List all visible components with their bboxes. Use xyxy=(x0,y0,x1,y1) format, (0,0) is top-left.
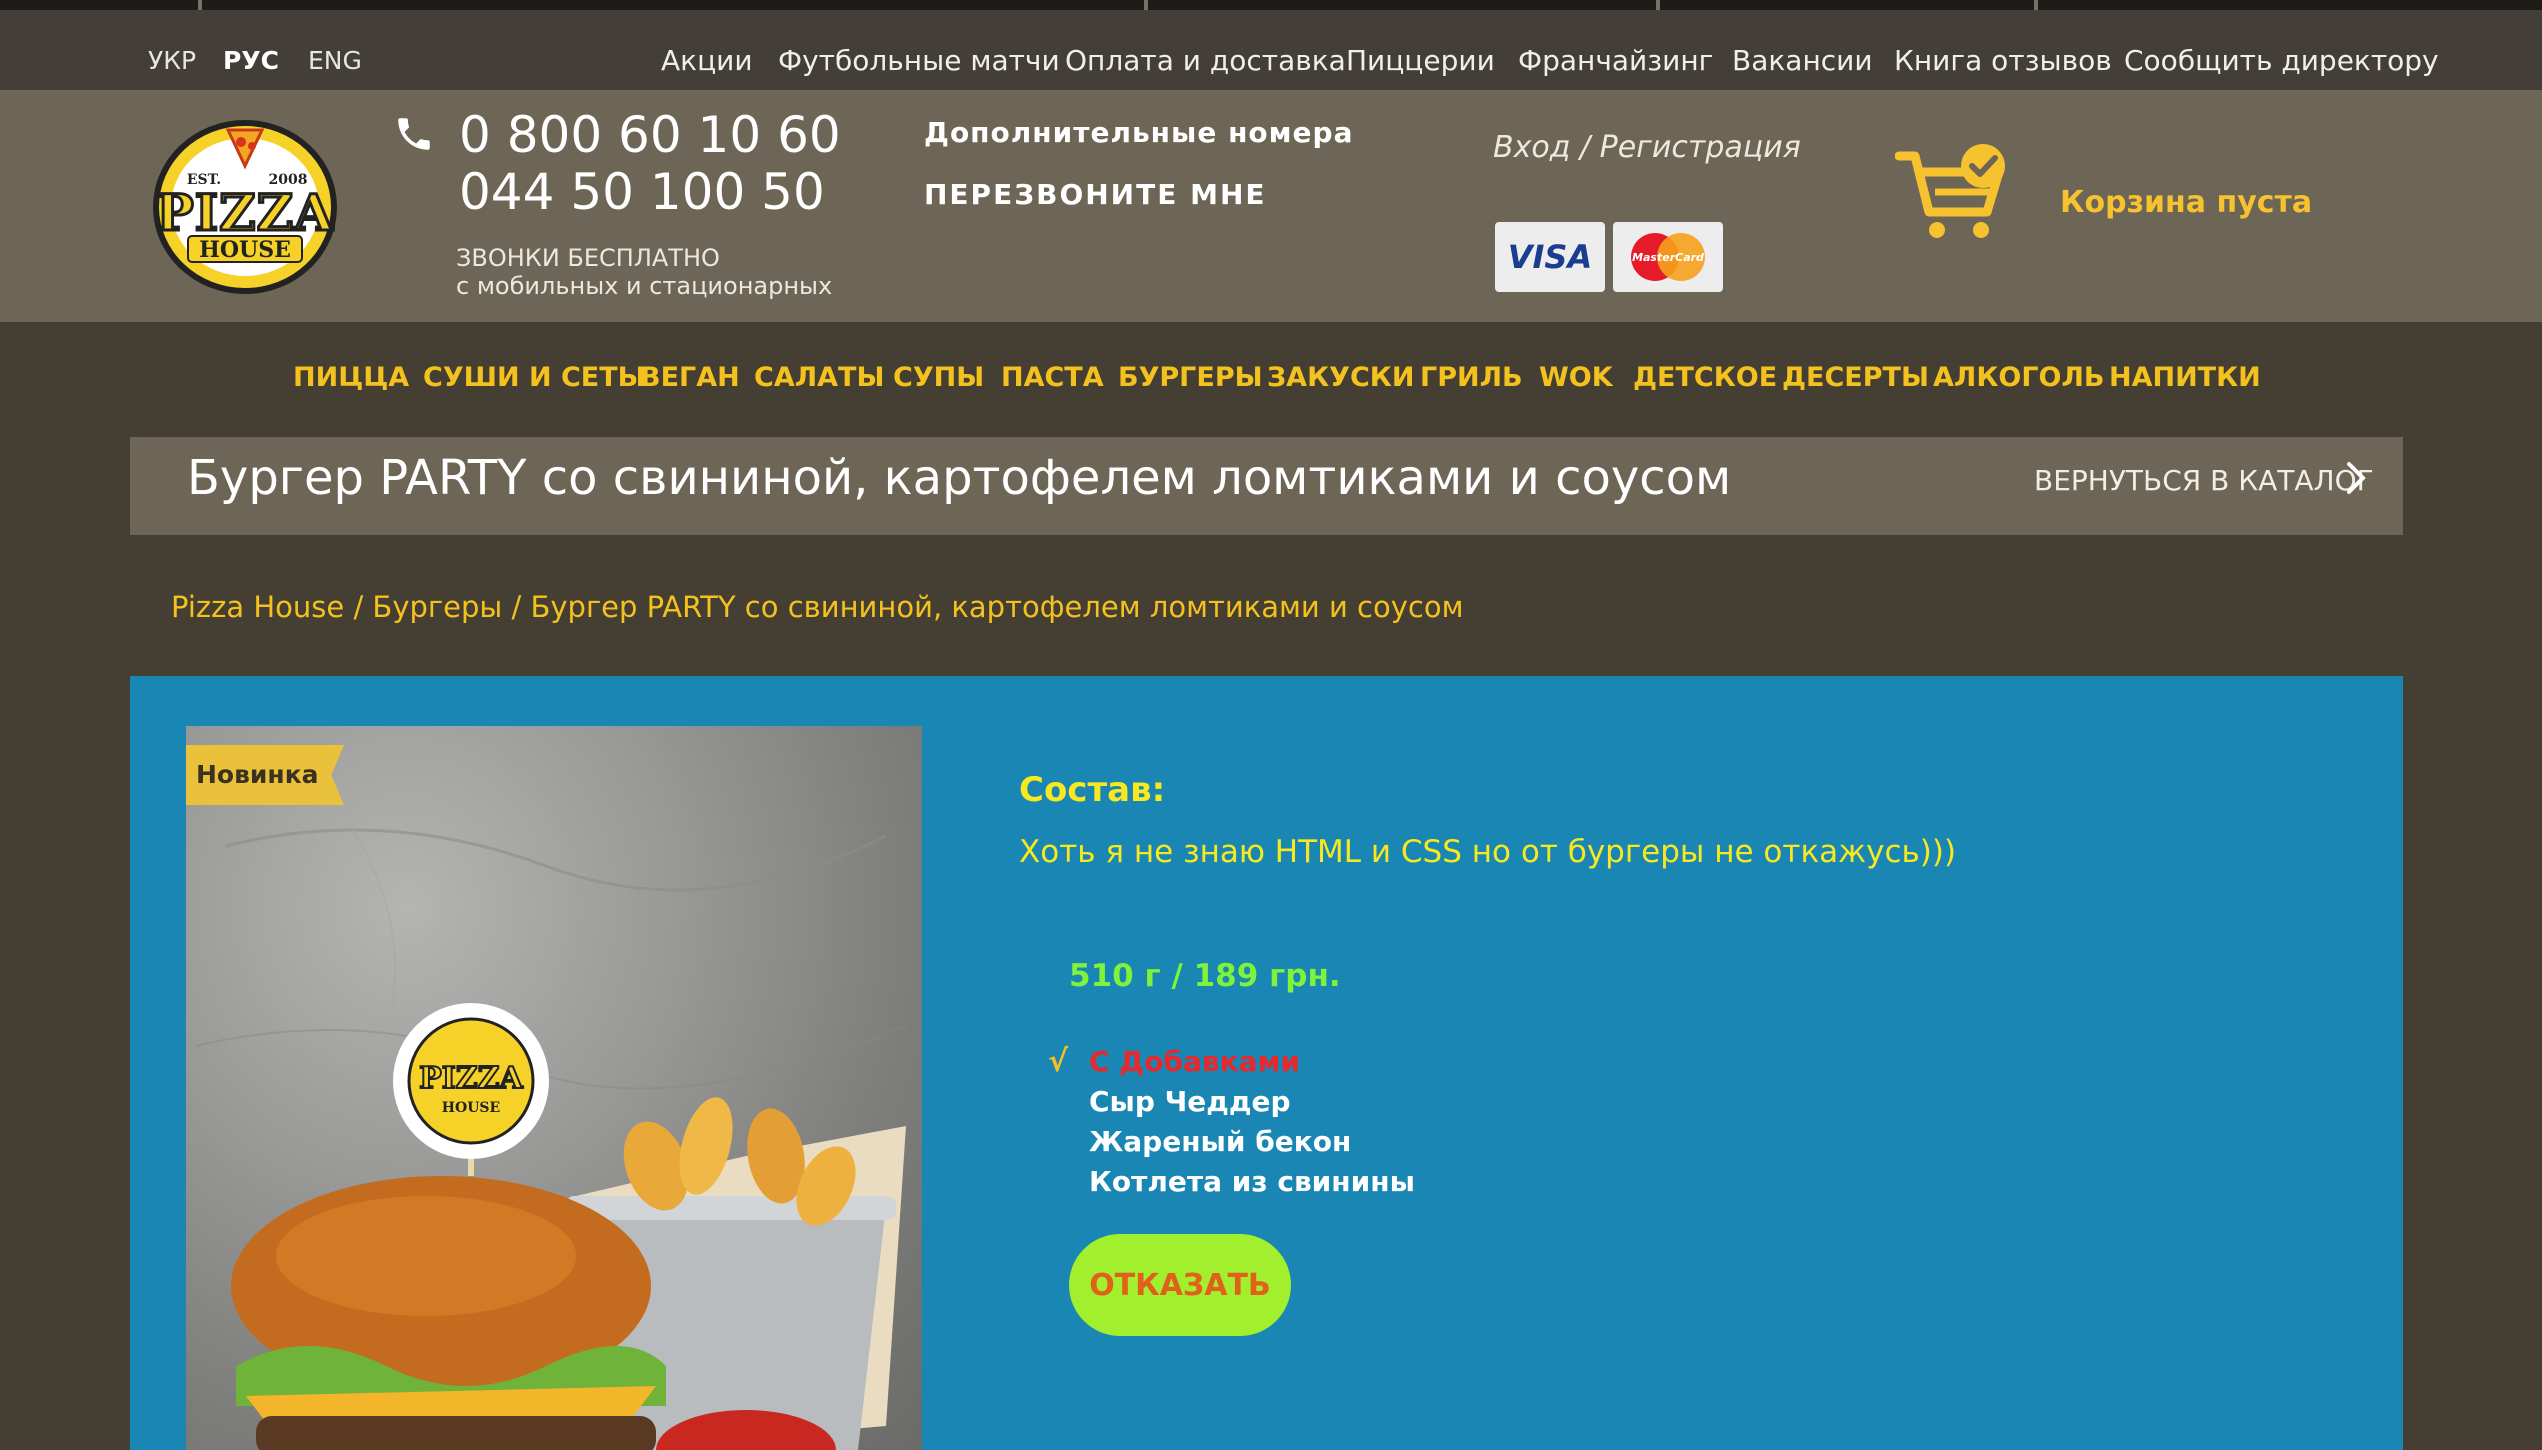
svg-text:PIZZA: PIZZA xyxy=(156,183,334,242)
category-snacks[interactable]: ЗАКУСКИ xyxy=(1267,362,1414,393)
category-wok[interactable]: WOK xyxy=(1539,362,1613,393)
topnav-promotions[interactable]: Акции xyxy=(661,44,753,77)
svg-text:EST.: EST. xyxy=(187,172,221,188)
topnav-franchise[interactable]: Франчайзинг xyxy=(1518,44,1713,77)
lang-ukr[interactable]: УКР xyxy=(148,46,196,75)
visa-card-icon: VISA xyxy=(1495,222,1605,292)
page-title: Бургер PARTY со свининой, картофелем лом… xyxy=(187,450,1732,506)
category-pasta[interactable]: ПАСТА xyxy=(1001,362,1104,393)
category-soups[interactable]: СУПЫ xyxy=(893,362,984,393)
cart-status[interactable]: Корзина пуста xyxy=(2060,185,2312,220)
svg-text:HOUSE: HOUSE xyxy=(199,237,291,263)
category-desserts[interactable]: ДЕСЕРТЫ xyxy=(1782,362,1929,393)
lang-rus[interactable]: РУС xyxy=(223,46,279,75)
category-grill[interactable]: ГРИЛЬ xyxy=(1420,362,1523,393)
cart-icon[interactable] xyxy=(1894,142,2009,248)
option-item: Сыр Чеддер xyxy=(1089,1085,1291,1118)
strip-tick xyxy=(2034,0,2038,10)
category-sushi[interactable]: СУШИ И СЕТЫ xyxy=(423,362,646,393)
composition-label: Состав: xyxy=(1019,770,1166,810)
option-item: Жареный бекон xyxy=(1089,1125,1352,1158)
category-burgers[interactable]: БУРГЕРЫ xyxy=(1118,362,1263,393)
price-weight: 510 г / 189 грн. xyxy=(1069,958,1341,994)
svg-text:2008: 2008 xyxy=(269,172,308,188)
strip-tick xyxy=(1144,0,1148,10)
top-strip xyxy=(0,0,2542,10)
strip-tick xyxy=(1656,0,1660,10)
free-calls-label: ЗВОНКИ БЕСПЛАТНО xyxy=(456,244,720,272)
mastercard-icon: MasterCard xyxy=(1613,222,1723,292)
login-register-link[interactable]: Вход / Регистрация xyxy=(1493,130,1801,165)
new-badge-label: Новинка xyxy=(196,760,319,789)
check-icon: √ xyxy=(1048,1044,1069,1079)
option-item: Котлета из свинины xyxy=(1089,1165,1415,1198)
option-with-toppings[interactable]: С Добавками xyxy=(1089,1045,1300,1078)
free-calls-sub: с мобильных и стационарных xyxy=(456,272,833,300)
topnav-report-director[interactable]: Сообщить директору xyxy=(2124,44,2439,77)
chevron-right-icon[interactable] xyxy=(2344,460,2368,500)
phone-number-1[interactable]: 0 800 60 10 60 xyxy=(459,106,841,164)
extra-numbers-link[interactable]: Дополнительные номера xyxy=(924,116,1353,149)
product-image: PIZZA HOUSE xyxy=(186,726,922,1450)
phone-icon xyxy=(393,112,435,160)
pizza-house-logo[interactable]: PIZZA HOUSE EST. 2008 xyxy=(128,118,362,296)
category-alcohol[interactable]: АЛКОГОЛЬ xyxy=(1933,362,2105,393)
category-drinks[interactable]: НАПИТКИ xyxy=(2109,362,2261,393)
call-me-back-button[interactable]: ПЕРЕЗВОНИТЕ МНЕ xyxy=(924,178,1267,211)
svg-text:MasterCard: MasterCard xyxy=(1632,251,1704,264)
topnav-vacancies[interactable]: Вакансии xyxy=(1732,44,1873,77)
topnav-pizzerias[interactable]: Пиццерии xyxy=(1346,44,1495,77)
topnav-payment-delivery[interactable]: Оплата и доставка xyxy=(1065,44,1346,77)
refuse-button[interactable]: ОТКАЗАТЬ xyxy=(1069,1234,1291,1336)
svg-text:VISA: VISA xyxy=(1508,238,1592,276)
product-description: Хоть я не знаю HTML и CSS но от бургеры … xyxy=(1019,834,1957,870)
back-to-catalog-link[interactable]: ВЕРНУТЬСЯ В КАТАЛОГ xyxy=(2034,464,2374,497)
category-kids[interactable]: ДЕТСКОЕ xyxy=(1633,362,1777,393)
category-salads[interactable]: САЛАТЫ xyxy=(754,362,884,393)
lang-eng[interactable]: ENG xyxy=(308,46,362,75)
strip-tick xyxy=(198,0,202,10)
svg-text:PIZZA: PIZZA xyxy=(419,1061,523,1096)
topnav-football[interactable]: Футбольные матчи xyxy=(778,44,1060,77)
topnav-reviews[interactable]: Книга отзывов xyxy=(1894,44,2112,77)
category-vegan[interactable]: ВЕГАН xyxy=(640,362,740,393)
category-pizza[interactable]: ПИЦЦА xyxy=(293,362,409,393)
breadcrumb[interactable]: Pizza House / Бургеры / Бургер PARTY со … xyxy=(171,590,1463,624)
svg-text:HOUSE: HOUSE xyxy=(442,1100,500,1116)
phone-number-2[interactable]: 044 50 100 50 xyxy=(459,163,825,221)
